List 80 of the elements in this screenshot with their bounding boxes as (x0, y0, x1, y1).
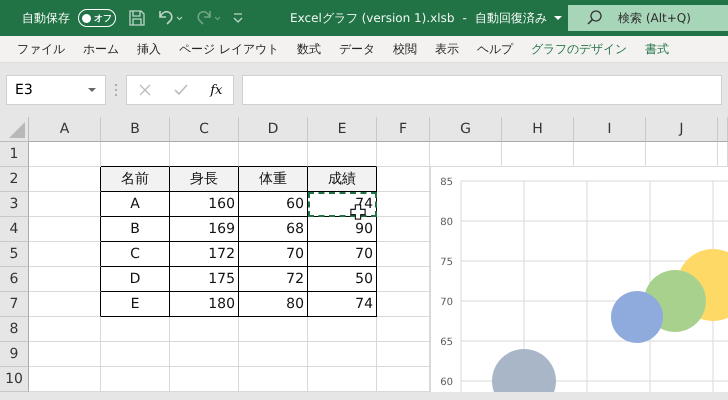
table-cell: 74 (308, 292, 377, 317)
table-cell: 180 (170, 292, 239, 317)
table-cell: 50 (308, 267, 377, 292)
ribbon-tab[interactable]: 表示 (426, 40, 468, 58)
axis-label: 70 (440, 297, 453, 308)
column-header[interactable]: C (170, 117, 239, 142)
dropdown-caret-icon[interactable] (87, 87, 97, 93)
row-header[interactable]: 1 (0, 142, 29, 167)
axis-label: 80 (440, 217, 453, 228)
column-header[interactable]: J (646, 117, 718, 142)
row-header[interactable]: 10 (0, 367, 29, 392)
grip-icon[interactable] (114, 83, 118, 97)
row-header[interactable]: 8 (0, 317, 29, 342)
table-cell: E (101, 292, 170, 317)
row-header[interactable]: 4 (0, 217, 29, 242)
row-header[interactable]: 3 (0, 192, 29, 217)
search-icon (586, 9, 604, 27)
ribbon-tab[interactable]: ホーム (74, 40, 128, 58)
column-header[interactable] (718, 117, 728, 142)
table-header-cell: 体重 (239, 167, 308, 192)
column-header[interactable]: A (29, 117, 101, 142)
column-header[interactable]: G (430, 117, 502, 142)
axis-label: 65 (440, 337, 453, 348)
insert-function-button[interactable]: fx (210, 82, 222, 98)
table-header-cell: 名前 (101, 167, 170, 192)
ribbon-tab[interactable]: 校閲 (384, 40, 426, 58)
chart-area[interactable]: 85 80 75 70 65 60 (430, 167, 728, 392)
autosave-toggle[interactable]: オフ (78, 9, 116, 27)
axis-label: 75 (440, 257, 453, 268)
caret-icon[interactable] (552, 14, 563, 22)
column-header[interactable]: H (502, 117, 574, 142)
table-cell: 169 (170, 217, 239, 242)
customize-caret-icon[interactable] (232, 12, 244, 24)
column-header[interactable]: I (574, 117, 646, 142)
table-cell: 172 (170, 242, 239, 267)
save-icon[interactable] (128, 9, 146, 27)
table-cell: 60 (239, 192, 308, 217)
table-cell: 80 (239, 292, 308, 317)
table-cell: 160 (170, 192, 239, 217)
table-cell: 72 (239, 267, 308, 292)
table-header-cell: 成績 (308, 167, 377, 192)
ribbon-tab[interactable]: ファイル (8, 40, 74, 58)
cancel-icon[interactable] (138, 83, 152, 97)
formula-input[interactable] (242, 75, 722, 105)
table-cell: D (101, 267, 170, 292)
table-cell: 175 (170, 267, 239, 292)
search-bar[interactable]: 検索 (Alt+Q) (568, 5, 728, 31)
document-title[interactable]: Excelグラフ (version 1).xlsb (290, 10, 454, 26)
row-header[interactable]: 9 (0, 342, 29, 367)
table-cell: B (101, 217, 170, 242)
row-header[interactable]: 5 (0, 242, 29, 267)
column-header[interactable]: B (101, 117, 170, 142)
ribbon-tab[interactable]: ページ レイアウト (170, 40, 288, 58)
ribbon-tab[interactable]: ヘルプ (468, 40, 522, 58)
title-separator: - (462, 11, 467, 25)
ribbon-tab[interactable]: 数式 (288, 40, 330, 58)
axis-label: 85 (440, 177, 453, 188)
axis-label: 60 (440, 377, 453, 388)
row-header[interactable]: 7 (0, 292, 29, 317)
table-cell: A (101, 192, 170, 217)
select-all-icon[interactable] (8, 121, 26, 139)
check-icon[interactable] (172, 83, 189, 97)
name-box[interactable]: E3 (6, 75, 106, 105)
column-header[interactable]: D (239, 117, 308, 142)
search-input[interactable]: 検索 (Alt+Q) (618, 11, 718, 25)
ribbon-tab[interactable]: 書式 (636, 40, 678, 58)
table-header-cell: 身長 (170, 167, 239, 192)
table-cell: 68 (239, 217, 308, 242)
ribbon-tab[interactable]: 挿入 (128, 40, 170, 58)
autosave-label: 自動保存 (22, 10, 70, 26)
column-header[interactable]: F (377, 117, 430, 142)
table-cell: 70 (239, 242, 308, 267)
table-cell: 70 (308, 242, 377, 267)
save-status[interactable]: 自動回復済み (474, 10, 547, 26)
column-header[interactable]: E (308, 117, 377, 142)
ribbon-tab[interactable]: データ (330, 40, 384, 58)
row-header[interactable]: 2 (0, 167, 29, 192)
ribbon-tab[interactable]: グラフのデザイン (522, 40, 636, 58)
table-cell: C (101, 242, 170, 267)
row-header[interactable]: 6 (0, 267, 29, 292)
